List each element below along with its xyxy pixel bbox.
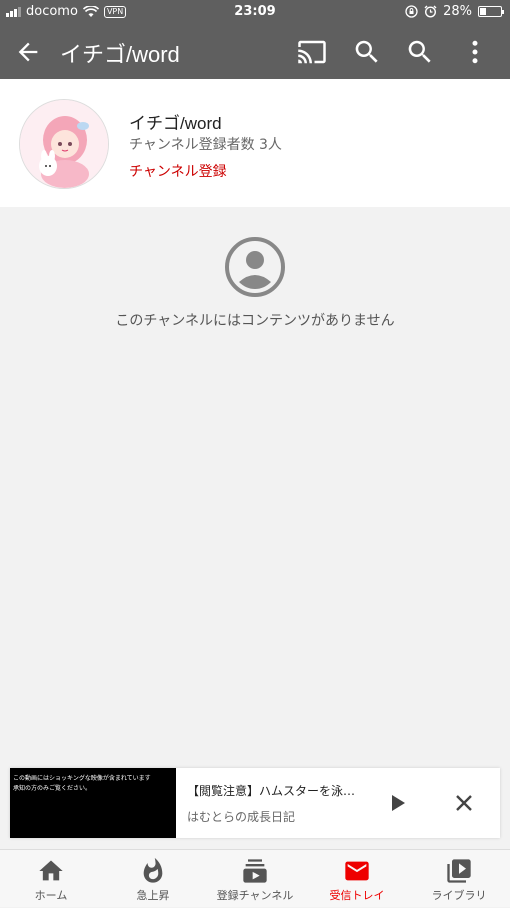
nav-inbox[interactable]: 受信トレイ bbox=[306, 850, 408, 908]
nav-trending[interactable]: 急上昇 bbox=[102, 850, 204, 908]
thumbnail-warning-text: この動画にはショッキングな映像が含まれています 承知の方のみご覧ください。 bbox=[13, 775, 151, 792]
page-title: イチゴ/word bbox=[60, 42, 180, 67]
inbox-icon bbox=[345, 861, 369, 881]
cast-icon[interactable] bbox=[297, 37, 327, 67]
battery-icon bbox=[478, 6, 504, 17]
app-bar: イチゴ/word bbox=[0, 24, 510, 79]
nav-home[interactable]: ホーム bbox=[0, 850, 102, 908]
nav-trending-label: 急上昇 bbox=[136, 889, 170, 902]
home-icon bbox=[39, 860, 63, 881]
empty-state-message: このチャンネルにはコンテンツがありません bbox=[115, 313, 395, 329]
subscribe-button[interactable]: チャンネル登録 bbox=[129, 161, 227, 181]
battery-percent: 28% bbox=[443, 4, 472, 19]
mini-player[interactable]: この動画にはショッキングな映像が含まれています 承知の方のみご覧ください。 【閲… bbox=[10, 768, 500, 838]
nav-inbox-label: 受信トレイ bbox=[329, 889, 385, 902]
library-icon bbox=[447, 859, 471, 883]
search-channel-icon[interactable] bbox=[405, 37, 435, 67]
subscriber-count: チャンネル登録者数 3人 bbox=[129, 137, 282, 153]
mini-player-title: 【閲覧注意】ハムスターを泳… bbox=[187, 784, 356, 798]
nav-library[interactable]: ライブラリ bbox=[408, 850, 510, 908]
bottom-navigation: ホーム 急上昇 登録チャンネル 受信トレイ ライブラリ bbox=[0, 849, 510, 907]
back-arrow-icon[interactable] bbox=[14, 38, 42, 66]
avatar-illustration bbox=[20, 100, 108, 188]
nav-subscriptions-label: 登録チャンネル bbox=[216, 889, 294, 902]
play-icon[interactable] bbox=[385, 791, 409, 815]
alarm-icon bbox=[424, 5, 437, 18]
rotation-lock-icon bbox=[405, 5, 418, 18]
mini-player-thumbnail[interactable]: この動画にはショッキングな映像が含まれています 承知の方のみご覧ください。 bbox=[10, 768, 176, 838]
mini-player-channel: はむとらの成長日記 bbox=[187, 810, 296, 824]
channel-header: イチゴ/word チャンネル登録者数 3人 チャンネル登録 bbox=[0, 79, 510, 207]
close-icon[interactable] bbox=[452, 791, 476, 815]
more-vert-icon[interactable] bbox=[460, 37, 490, 67]
subscriptions-icon bbox=[243, 859, 267, 883]
trending-icon bbox=[143, 857, 163, 883]
search-icon[interactable] bbox=[352, 37, 382, 67]
account-circle-icon bbox=[225, 237, 285, 297]
status-bar: docomo VPN 23:09 28% bbox=[0, 0, 510, 24]
channel-name: イチゴ/word bbox=[129, 114, 222, 133]
channel-avatar[interactable] bbox=[19, 99, 109, 189]
nav-home-label: ホーム bbox=[34, 889, 68, 902]
nav-library-label: ライブラリ bbox=[431, 889, 487, 902]
nav-subscriptions[interactable]: 登録チャンネル bbox=[204, 850, 306, 908]
